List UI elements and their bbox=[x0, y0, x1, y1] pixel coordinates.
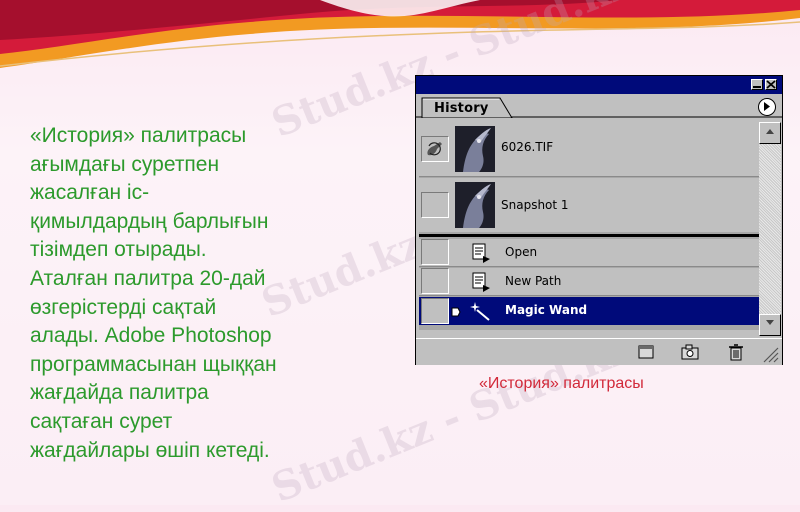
palette-caption: «История» палитрасы bbox=[479, 375, 644, 392]
text-line: өзгерістерді сақтай bbox=[30, 295, 217, 319]
text-line: сақтаған сурет bbox=[30, 409, 173, 433]
palette-bottom-bar bbox=[416, 338, 782, 365]
palette-menu-button[interactable] bbox=[758, 98, 776, 116]
arrow-up-icon bbox=[766, 129, 774, 134]
history-list: 6026.TIF Snapshot 1 Open New Path Magic … bbox=[419, 122, 759, 330]
triangle-right-icon bbox=[764, 102, 770, 111]
resize-grip-icon[interactable] bbox=[760, 345, 780, 363]
arrow-down-icon bbox=[766, 320, 774, 325]
document-icon bbox=[472, 243, 490, 263]
palette-titlebar[interactable] bbox=[416, 76, 782, 94]
history-brush-source-box[interactable] bbox=[421, 192, 449, 218]
history-state-label: Open bbox=[505, 245, 538, 259]
magic-wand-icon bbox=[470, 302, 490, 321]
text-line: алады. Adobe Photoshop bbox=[30, 324, 272, 348]
history-brush-source-box[interactable] bbox=[421, 268, 449, 294]
history-state-row[interactable]: New Path bbox=[419, 268, 759, 296]
history-state-row[interactable]: Open bbox=[419, 239, 759, 267]
camera-icon[interactable] bbox=[680, 343, 700, 361]
document-icon bbox=[472, 272, 490, 292]
history-state-label: Magic Wand bbox=[505, 303, 588, 317]
header-banner bbox=[0, 0, 800, 68]
text-line: «История» палитрасы bbox=[30, 124, 247, 147]
snapshot-label: 6026.TIF bbox=[501, 140, 554, 154]
tab-history[interactable]: History bbox=[434, 101, 489, 116]
slide-body-text: «История» палитрасы ағымдағы суретпен жа… bbox=[30, 122, 360, 465]
new-document-icon[interactable] bbox=[636, 343, 656, 361]
trash-icon[interactable] bbox=[726, 343, 746, 361]
snapshot-row[interactable]: Snapshot 1 bbox=[419, 178, 759, 232]
scroll-down-button[interactable] bbox=[759, 314, 781, 336]
text-line: программасынан щыққан bbox=[30, 352, 277, 376]
close-icon[interactable] bbox=[765, 79, 777, 90]
history-state-row[interactable]: Magic Wand bbox=[419, 297, 759, 325]
text-line: Аталған палитра 20-дай bbox=[30, 266, 266, 290]
text-line: қимылдардың барлығын bbox=[30, 209, 269, 233]
scrollbar[interactable] bbox=[759, 122, 781, 336]
history-brush-icon bbox=[427, 142, 442, 156]
text-line: жағдайлары өшіп кетеді. bbox=[30, 438, 270, 462]
history-brush-source-box[interactable] bbox=[421, 239, 449, 265]
snapshot-row[interactable]: 6026.TIF bbox=[419, 122, 759, 177]
scroll-up-button[interactable] bbox=[759, 122, 781, 144]
snapshot-label: Snapshot 1 bbox=[501, 198, 569, 212]
snapshot-separator bbox=[419, 234, 759, 237]
state-slider-icon[interactable] bbox=[451, 307, 461, 317]
text-line: тізімдеп отырады. bbox=[30, 238, 207, 262]
minimize-icon[interactable] bbox=[751, 79, 763, 90]
history-state-label: New Path bbox=[505, 274, 562, 288]
text-line: жасалған іс- bbox=[30, 181, 150, 205]
text-line: жағдайда палитра bbox=[30, 381, 209, 405]
snapshot-thumbnail bbox=[455, 126, 495, 172]
text-line: ағымдағы суретпен bbox=[30, 152, 220, 176]
history-palette: History 6026.TIF Snapshot 1 Open New Pat… bbox=[415, 75, 783, 365]
snapshot-thumbnail bbox=[455, 182, 495, 228]
history-brush-source-box[interactable] bbox=[421, 136, 449, 162]
history-brush-source-box[interactable] bbox=[421, 298, 449, 324]
